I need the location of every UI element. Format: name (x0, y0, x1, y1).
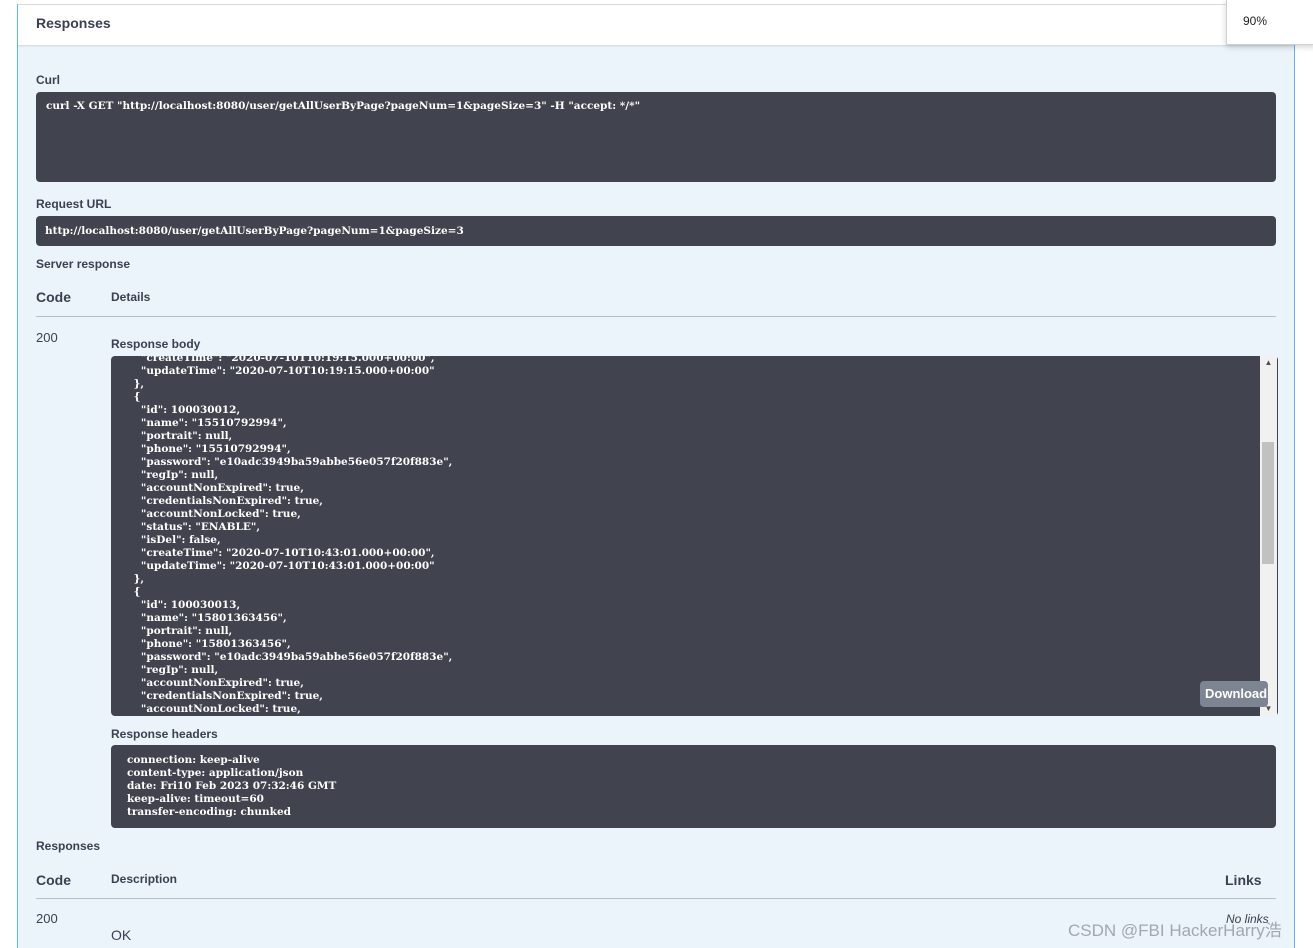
responses-title: Responses (36, 15, 111, 31)
responses-col-description: Description (111, 872, 178, 886)
responses-code-200: 200 (36, 911, 58, 926)
response-headers-block[interactable]: connection: keep-alive content-type: app… (111, 745, 1276, 828)
download-button[interactable]: Download (1200, 681, 1268, 707)
server-col-code: Code (36, 289, 71, 305)
server-header-divider (36, 316, 1276, 317)
responses-header: Responses (18, 5, 1294, 45)
curl-command-block[interactable]: curl -X GET "http://localhost:8080/user/… (36, 92, 1276, 182)
scroll-up-arrow-icon[interactable]: ▲ (1260, 356, 1277, 370)
response-body-text: "createTime": "2020-07-10T10:19:15.000+0… (133, 356, 453, 715)
watermark: CSDN @FBI HackerHarry浩 (1068, 921, 1282, 940)
scrollbar-thumb[interactable] (1262, 442, 1274, 564)
response-body-label: Response body (111, 337, 201, 351)
server-response-code: 200 (36, 330, 58, 345)
response-body[interactable]: "createTime": "2020-07-10T10:19:15.000+0… (111, 356, 1278, 716)
zoom-level: 90% (1243, 14, 1268, 28)
responses-section-label: Responses (36, 839, 101, 853)
request-url-value[interactable]: http://localhost:8080/user/getAllUserByP… (36, 216, 1276, 246)
responses-col-links: Links (1225, 872, 1262, 888)
zoom-indicator: 90% (1226, 0, 1313, 45)
operation-panel: Responses Curl curl -X GET "http://local… (17, 4, 1295, 948)
server-response-label: Server response (36, 257, 131, 271)
responses-col-code: Code (36, 872, 71, 888)
server-col-details: Details (111, 290, 151, 304)
request-url-label: Request URL (36, 197, 112, 211)
response-body-scrollbar[interactable]: ▲ ▼ (1260, 356, 1277, 716)
responses-header-divider (36, 898, 1276, 899)
response-headers-label: Response headers (111, 727, 218, 741)
responses-description-ok: OK (111, 927, 132, 943)
curl-label: Curl (36, 73, 60, 87)
